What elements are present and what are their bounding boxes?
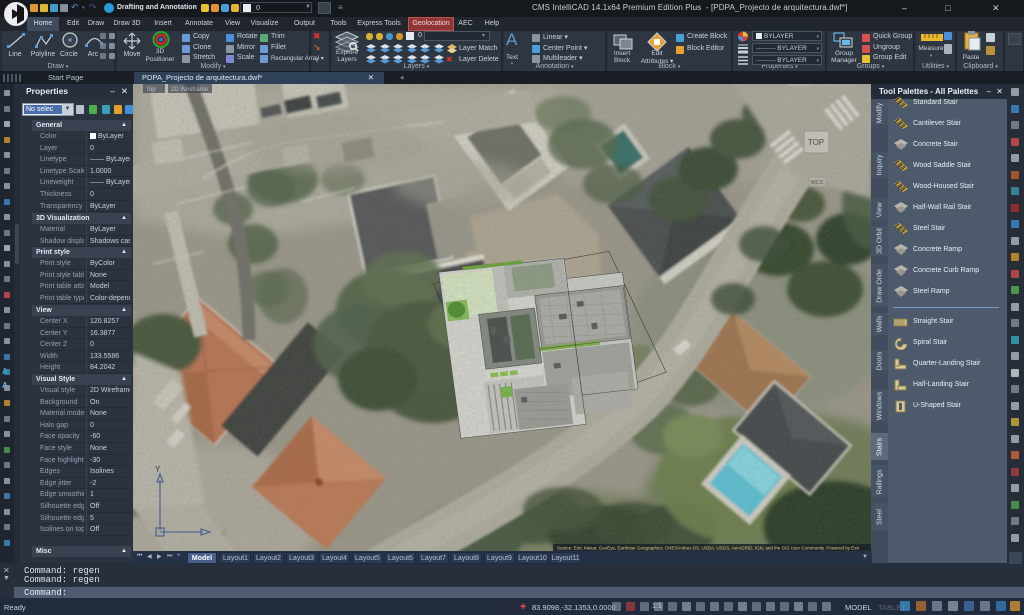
svg-text:2D Wireframe: 2D Wireframe xyxy=(171,87,209,93)
svg-text:WCS: WCS xyxy=(811,180,824,186)
svg-text:Y: Y xyxy=(155,465,161,474)
svg-text:Source: Esri, Maxar, GeoEye, E: Source: Esri, Maxar, GeoEye, Earthstar G… xyxy=(557,546,859,551)
svg-text:Top: Top xyxy=(146,87,156,93)
svg-text:TOP: TOP xyxy=(808,138,824,147)
svg-text:X: X xyxy=(221,529,227,538)
